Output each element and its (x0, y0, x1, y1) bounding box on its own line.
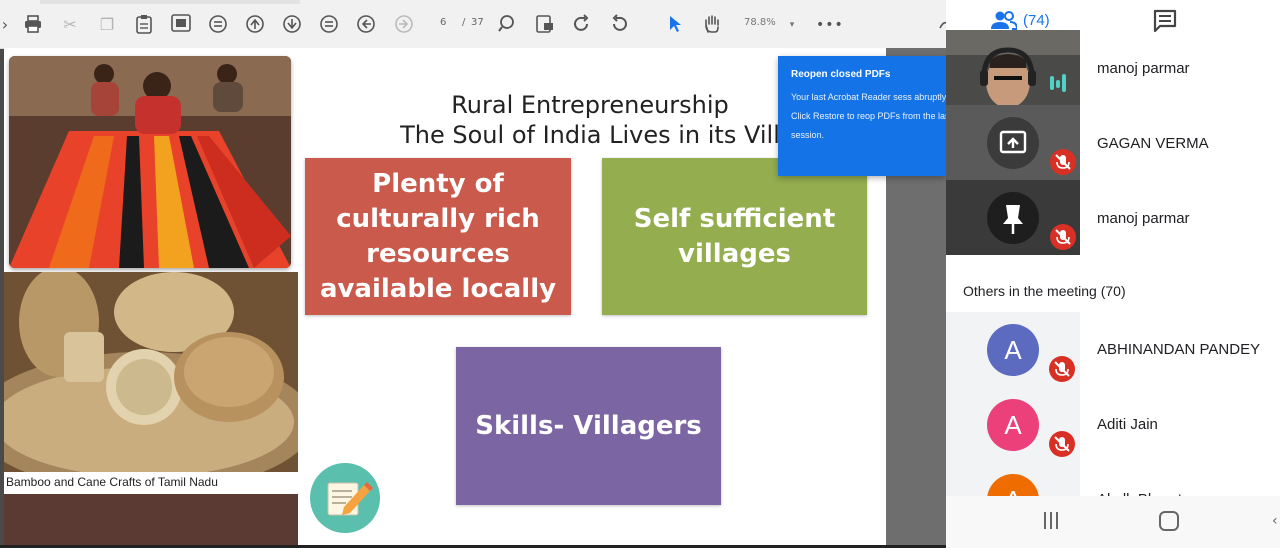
current-page-field[interactable]: 6 (440, 17, 446, 28)
avatar: A (987, 399, 1039, 451)
page-total: 37 (471, 17, 484, 28)
copy-icon[interactable]: ❐ (96, 14, 118, 36)
fit-page-icon[interactable] (318, 14, 340, 36)
nav-icon[interactable]: › (0, 14, 16, 36)
cut-icon[interactable]: ✂ (59, 14, 81, 36)
participant-avatar-tile: A (946, 387, 1080, 462)
back-icon[interactable]: ‹ (1272, 513, 1278, 529)
participant-video (946, 30, 1080, 108)
slide-title: Rural Entrepreneurship The Soul of India… (400, 91, 780, 149)
popup-title: Reopen closed PDFs (791, 69, 891, 80)
people-count: (74) (1023, 12, 1050, 29)
clipboard-icon[interactable] (133, 14, 155, 36)
mic-off-icon (1049, 356, 1075, 382)
reopen-pdfs-popup[interactable]: Reopen closed PDFs Your last Acrobat Rea… (778, 56, 946, 176)
page-down-icon[interactable] (281, 14, 303, 36)
participant-row[interactable]: A ABHINANDAN PANDEY (946, 312, 1280, 387)
pdf-toolbar: › ✂ ❐ 6 / 37 78.8% ▾ ••• (0, 0, 946, 49)
page-separator: / (462, 17, 466, 28)
hand-tool-icon[interactable] (701, 14, 723, 36)
tab-strip (40, 0, 300, 4)
mic-off-icon (1050, 224, 1076, 250)
sign-icon[interactable] (934, 14, 946, 36)
popup-body: Your last Acrobat Reader sess abruptly. … (791, 92, 946, 140)
participant-name: Aditi Jain (1097, 416, 1158, 433)
others-section-label: Others in the meeting (70) (963, 283, 1126, 299)
page-up-icon[interactable] (244, 14, 266, 36)
participant-name: manoj parmar (1097, 60, 1190, 77)
more-options-icon[interactable]: ••• (816, 14, 843, 36)
previous-page-icon[interactable] (355, 14, 377, 36)
participant-avatar-tile (946, 180, 1080, 255)
home-icon[interactable] (1159, 511, 1179, 531)
participant-tile[interactable]: GAGAN VERMA (946, 105, 1280, 180)
image-icon[interactable] (170, 14, 192, 36)
mic-off-icon (1049, 431, 1075, 457)
recent-apps-icon[interactable] (1044, 512, 1058, 529)
participant-name: GAGAN VERMA (1097, 135, 1209, 152)
android-nav-bar: ‹ (946, 496, 1280, 548)
select-cursor-icon[interactable] (664, 14, 686, 36)
pin-icon (987, 192, 1039, 244)
shared-screen: › ✂ ❐ 6 / 37 78.8% ▾ ••• Bamboo and Cane… (0, 0, 946, 548)
participant-name: manoj parmar (1097, 210, 1190, 227)
resources-box: Plenty of culturally rich resources avai… (305, 158, 571, 315)
view-mode-icon[interactable] (207, 14, 229, 36)
weaving-photo (9, 56, 291, 268)
participant-row[interactable]: A Aditi Jain (946, 387, 1280, 462)
next-page-icon[interactable] (393, 14, 415, 36)
mic-off-icon (1050, 149, 1076, 175)
note-pencil-icon (310, 463, 380, 533)
participant-tile[interactable]: manoj parmar (946, 180, 1280, 255)
export-icon[interactable] (534, 14, 556, 36)
screen-share-icon (987, 117, 1039, 169)
skills-box: Skills- Villagers (456, 347, 721, 505)
print-icon[interactable] (22, 14, 44, 36)
zoom-dropdown-icon[interactable]: ▾ (781, 14, 803, 36)
bamboo-crafts-photo (4, 272, 298, 472)
rotate-clockwise-icon[interactable] (571, 14, 593, 36)
avatar: A (987, 324, 1039, 376)
zoom-search-icon[interactable] (497, 14, 519, 36)
participant-name: ABHINANDAN PANDEY (1097, 341, 1261, 358)
participant-tile[interactable]: manoj parmar (946, 30, 1280, 108)
craft-photo-partial (4, 494, 298, 545)
zoom-level[interactable]: 78.8% (744, 17, 776, 28)
people-icon (991, 10, 1019, 32)
rotate-counter-icon[interactable] (608, 14, 630, 36)
meeting-panel: (74) manoj parmar GAGAN VERMA manoj parm… (946, 0, 1280, 548)
participant-screen-share (946, 105, 1080, 180)
self-sufficient-box: Self sufficient villages (602, 158, 867, 315)
image-caption: Bamboo and Cane Crafts of Tamil Nadu (6, 473, 298, 491)
participant-avatar-tile: A (946, 312, 1080, 387)
